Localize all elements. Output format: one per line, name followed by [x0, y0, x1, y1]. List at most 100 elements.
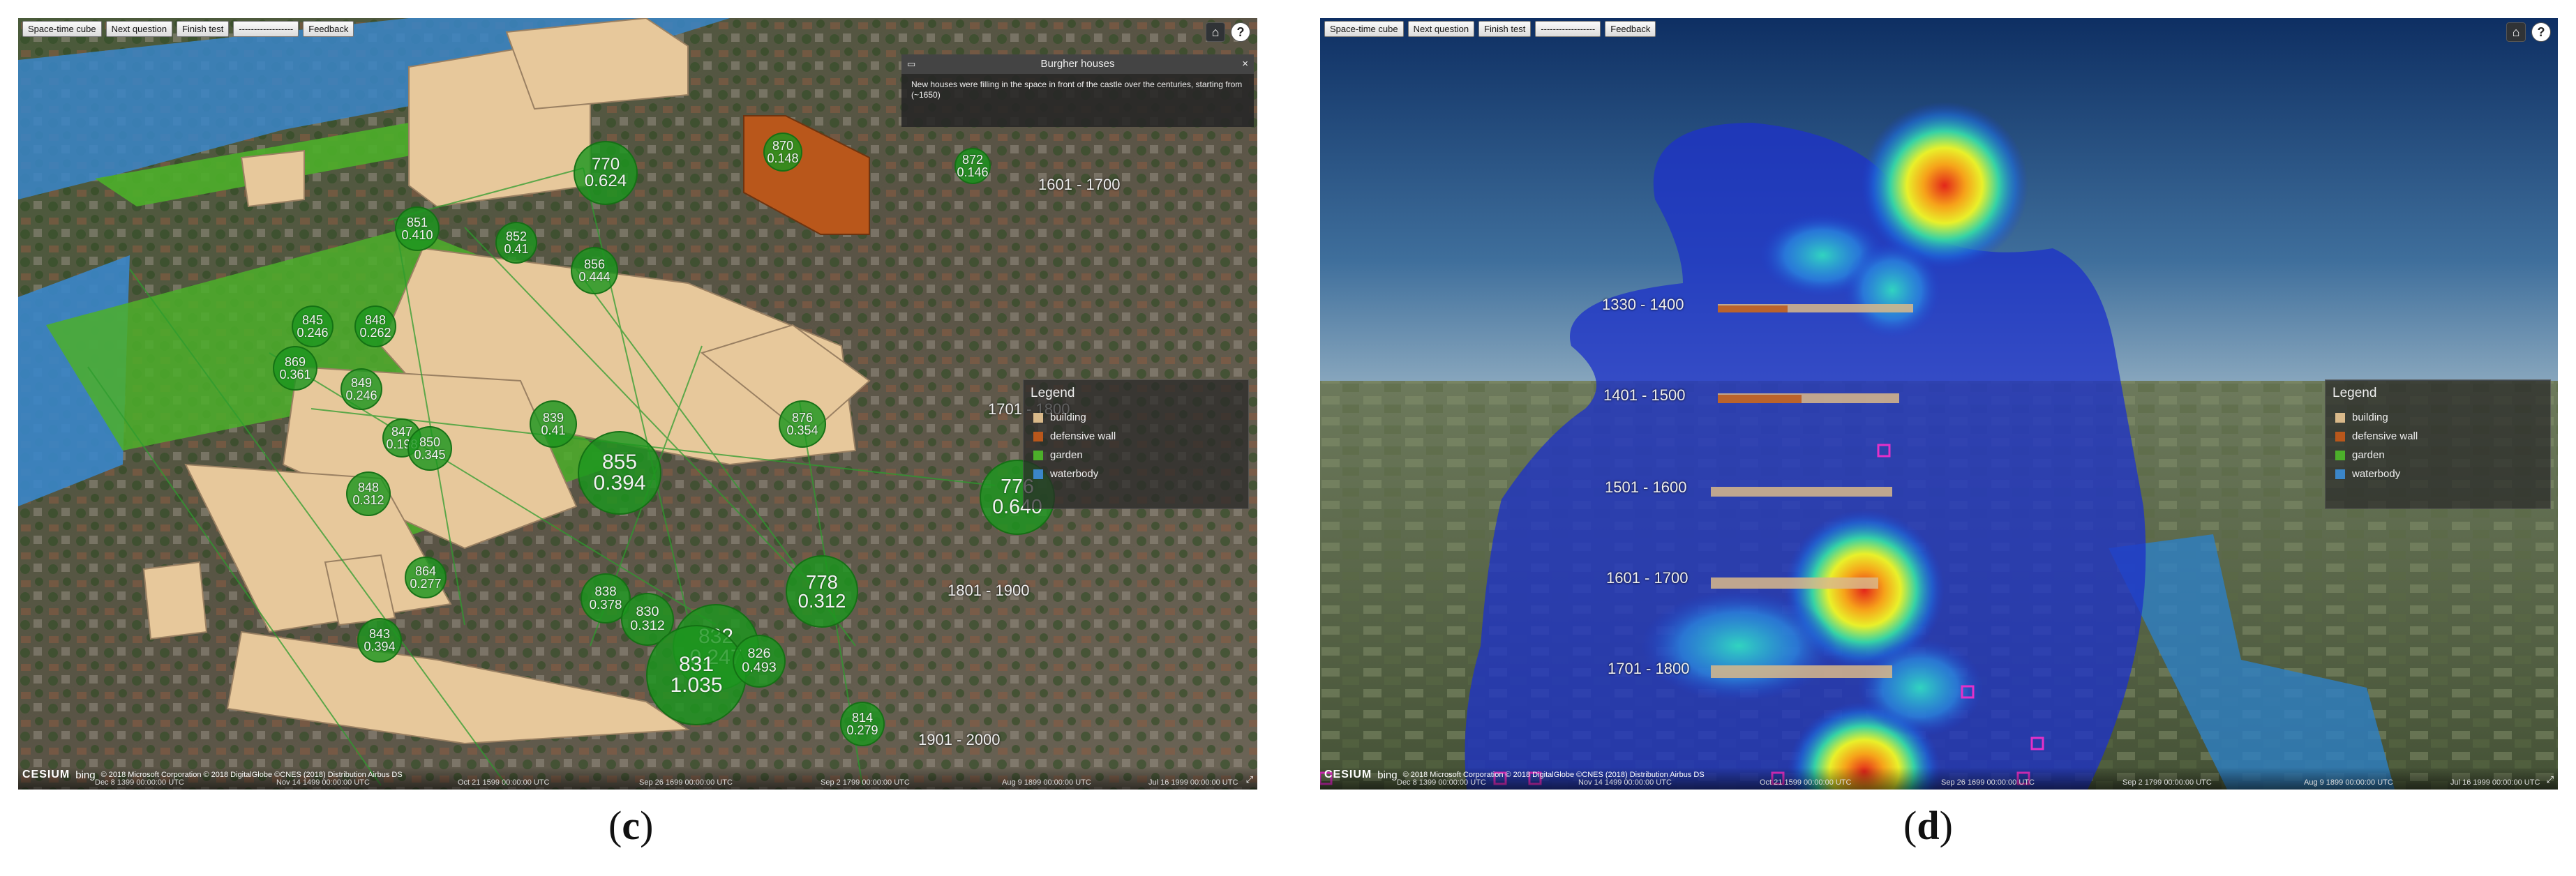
time-label: 1801 - 1900 [948, 582, 1030, 599]
value-bubble[interactable]: 864 0.277 [405, 557, 447, 598]
bubble-value: 0.444 [578, 270, 611, 284]
value-bubble[interactable]: 826 0.493 [733, 635, 786, 688]
value-bubble[interactable]: 843 0.394 [357, 618, 402, 663]
info-box-title: Burgher houses [1040, 58, 1115, 70]
nav-controls-c: ⌂ ? [1206, 22, 1250, 42]
next-question-button[interactable]: Next question [1407, 21, 1475, 37]
home-icon[interactable]: ⌂ [1206, 22, 1225, 42]
bubble-count: 855 [601, 451, 638, 474]
bubble-value: 0.277 [410, 577, 442, 591]
timeline-tick: Sep 2 1799 00:00:00 UTC [821, 778, 910, 787]
legend-title: Legend [2332, 386, 2377, 400]
map-viewer-c[interactable]: 770 0.624 851 0.410 852 0.41 856 0.444 845 0.246 8… [18, 18, 1257, 790]
swatch [2335, 431, 2345, 441]
bubble-value: 0.394 [593, 471, 646, 494]
bubble-value: 1.035 [670, 674, 723, 697]
info-box: ▭ Burgher houses × New houses were filli… [901, 54, 1254, 127]
value-bubble[interactable]: 831 1.035 [646, 625, 747, 725]
bubble-count: 845 [301, 313, 324, 327]
value-bubble[interactable]: 852 0.41 [495, 222, 537, 264]
bubble-value: 0.146 [957, 165, 989, 179]
close-icon[interactable]: × [1242, 54, 1248, 74]
time-label: 1901 - 2000 [918, 731, 1001, 748]
legend-item: garden [2326, 446, 2550, 465]
value-bubble[interactable]: 814 0.279 [840, 702, 885, 746]
space-time-cube-button[interactable]: Space-time cube [1324, 21, 1404, 37]
timeline-tick: Jul 16 1999 00:00:00 UTC [1148, 778, 1238, 787]
legend-item: building [2326, 408, 2550, 427]
swatch [1033, 412, 1043, 423]
cesium-logo[interactable]: CESIUM [1324, 769, 1372, 781]
home-icon[interactable]: ⌂ [2506, 22, 2526, 42]
dropdown-button[interactable]: ------------------ [1535, 21, 1601, 37]
value-bubble[interactable]: 869 0.361 [273, 346, 317, 391]
bubble-value: 0.148 [767, 151, 799, 165]
time-label: 1401 - 1500 [1603, 386, 1686, 404]
value-bubble[interactable]: 770 0.624 [574, 141, 638, 205]
finish-test-button[interactable]: Finish test [1478, 21, 1532, 37]
value-bubble[interactable]: 870 0.148 [763, 133, 802, 172]
bubble-value: 0.312 [797, 590, 846, 612]
bubble-count: 847 [391, 425, 413, 439]
time-label: 1330 - 1400 [1602, 296, 1684, 313]
map-viewer-d[interactable]: Space-time cube Next question Finish tes… [1320, 18, 2558, 790]
legend-c: Legend building defensive wall garden wa… [1023, 379, 1249, 509]
bing-logo: bing [75, 769, 96, 781]
bubble-count: 839 [542, 411, 564, 425]
space-time-cube-button[interactable]: Space-time cube [22, 21, 102, 37]
bubble-value: 0.361 [279, 368, 311, 382]
bubble-value: 0.246 [345, 388, 377, 402]
value-bubble[interactable]: 778 0.312 [786, 555, 858, 628]
fullscreen-icon[interactable]: ⤢ [2547, 774, 2554, 785]
bubble-count: 778 [806, 571, 838, 593]
attribution-text: © 2018 Microsoft Corporation © 2018 Digi… [1402, 771, 1705, 779]
bubble-value: 0.279 [846, 723, 878, 737]
value-bubble[interactable]: 876 0.354 [779, 400, 826, 448]
value-bubble[interactable]: 848 0.262 [354, 305, 396, 347]
finish-test-button[interactable]: Finish test [177, 21, 230, 37]
bubble-value: 0.312 [630, 618, 665, 633]
help-icon[interactable]: ? [1231, 22, 1250, 42]
value-bubble[interactable]: 851 0.410 [395, 206, 440, 251]
swatch [2335, 469, 2345, 479]
next-question-button[interactable]: Next question [105, 21, 173, 37]
time-label: 1701 - 1800 [1608, 660, 1690, 677]
value-bubble[interactable]: 849 0.246 [340, 368, 382, 410]
help-icon[interactable]: ? [2531, 22, 2551, 42]
value-bubble[interactable]: 839 0.41 [530, 400, 577, 448]
value-bubble[interactable]: 848 0.312 [346, 471, 391, 516]
credits-d: CESIUM bing © 2018 Microsoft Corporation… [1324, 769, 1705, 781]
bubble-count: 876 [791, 411, 814, 425]
bubble-value: 0.41 [504, 242, 529, 256]
bing-logo: bing [1377, 769, 1398, 781]
fullscreen-icon[interactable]: ⤢ [1246, 774, 1253, 785]
credits-c: CESIUM bing © 2018 Microsoft Corporation… [22, 769, 403, 781]
bubble-value: 0.41 [541, 423, 566, 437]
bubble-count: 851 [406, 216, 428, 229]
bubble-count: 870 [772, 139, 794, 153]
bubble-value: 0.312 [352, 493, 384, 507]
timeline-tick: Sep 2 1799 00:00:00 UTC [2122, 778, 2212, 787]
toolbar-d: Space-time cube Next question Finish tes… [1324, 21, 1656, 37]
value-bubble[interactable]: 872 0.146 [954, 148, 991, 184]
dropdown-button[interactable]: ------------------ [233, 21, 299, 37]
bubble-value: 0.262 [359, 326, 391, 340]
legend-item: garden [1024, 446, 1248, 465]
feedback-button[interactable]: Feedback [1605, 21, 1656, 37]
feedback-button[interactable]: Feedback [303, 21, 354, 37]
caption-d: (d) [1903, 803, 1953, 848]
value-bubble[interactable]: 845 0.246 [292, 305, 334, 347]
cesium-logo[interactable]: CESIUM [22, 769, 70, 781]
caption-c: (c) [608, 803, 654, 848]
swatch [1033, 450, 1043, 460]
bubble-count: 831 [678, 653, 714, 676]
swatch [1033, 469, 1043, 479]
legend-item: building [1024, 408, 1248, 427]
timeline-tick: Sep 26 1699 00:00:00 UTC [1941, 778, 2035, 787]
legend-d: Legend building defensive wall garden wa… [2325, 379, 2551, 509]
camera-icon[interactable]: ▭ [907, 54, 915, 74]
value-bubble[interactable]: 856 0.444 [571, 247, 618, 294]
value-bubble[interactable]: 850 0.345 [407, 426, 452, 471]
swatch [1033, 431, 1043, 441]
value-bubble[interactable]: 855 0.394 [578, 431, 661, 515]
